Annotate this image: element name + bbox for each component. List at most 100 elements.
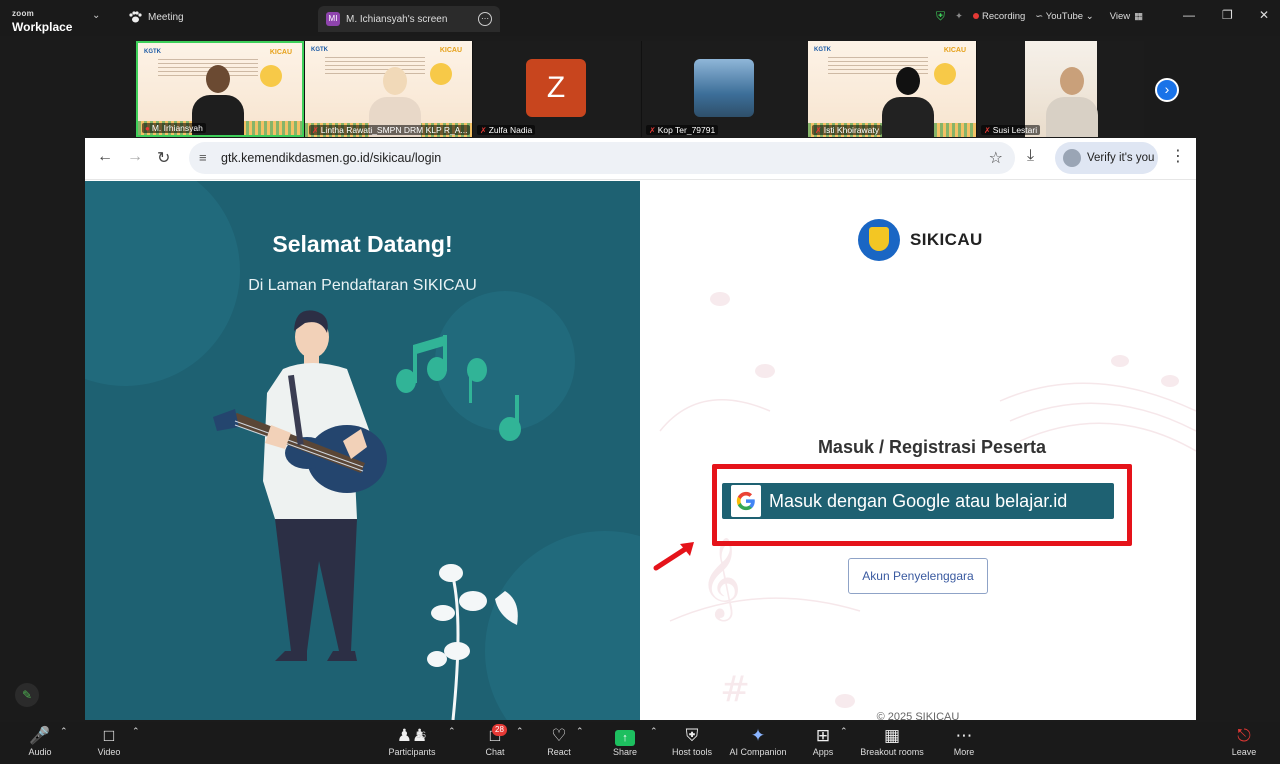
participant-tile[interactable]: KGTK KICAU ✗ Lintha Rawati_SMPN DRM KLP R_… — [305, 41, 472, 137]
screen-tab-label: M. Ichiansyah's screen — [346, 13, 448, 25]
zoom-workplace-logo[interactable]: zoom Workplace — [12, 4, 72, 34]
reload-icon[interactable]: ↻ — [157, 148, 170, 168]
share-button[interactable]: ↑ Share — [610, 726, 640, 757]
participant-tile[interactable]: ✗ Kop Ter_79791 — [642, 41, 808, 137]
share-screen-icon: ↑ — [615, 730, 635, 746]
mic-off-icon: ✗ — [815, 126, 822, 135]
participant-name: ✗ Lintha Rawati_SMPN DRM KLP R_A... — [309, 125, 471, 135]
meeting-label: Meeting — [148, 11, 184, 23]
participant-tile[interactable]: ✗ Susi Lestari — [977, 41, 1144, 137]
ai-companion-button[interactable]: ✦ AI Companion — [726, 726, 790, 757]
apps-options-caret[interactable]: ⌃ — [840, 726, 848, 737]
verify-identity-chip[interactable]: Verify it's you — [1055, 142, 1158, 174]
mic-off-icon: ✗ — [312, 126, 319, 135]
google-icon — [731, 485, 761, 517]
bookmark-star-icon[interactable]: ☆ — [989, 148, 1003, 168]
ai-sparkle-icon: ✦ — [750, 726, 766, 745]
shared-browser-window: ← → ↻ ≡ gtk.kemendikdasmen.go.id/sikicau… — [85, 138, 1196, 720]
chevron-down-icon[interactable]: ⌄ — [92, 10, 100, 21]
react-button[interactable]: ♡ React — [544, 726, 574, 757]
minimize-icon[interactable]: — — [1183, 8, 1195, 22]
red-pointer-arrow — [653, 542, 694, 571]
forward-arrow-icon[interactable]: → — [127, 148, 143, 166]
next-page-button[interactable]: › — [1155, 78, 1179, 102]
leave-door-icon: ⎋ — [1237, 726, 1251, 745]
leave-button[interactable]: ⎋ Leave — [1230, 726, 1258, 757]
video-camera-icon: □ — [103, 726, 115, 745]
screen-owner-avatar: MI — [326, 12, 340, 26]
participants-button[interactable]: ♟♟ 56 Participants — [386, 726, 438, 757]
meeting-status: ⛨ ✦ Recording ∽ YouTube ⌄ View ▦ — [936, 9, 1143, 24]
brand-top: zoom — [12, 9, 35, 18]
svg-text:𝄞: 𝄞 — [700, 536, 741, 621]
url-text[interactable]: gtk.kemendikdasmen.go.id/sikicau/login — [221, 151, 441, 165]
shared-screen-tab[interactable]: MI M. Ichiansyah's screen ⋯ — [318, 6, 500, 32]
heart-icon: ♡ — [551, 726, 567, 745]
chat-options-caret[interactable]: ⌃ — [516, 726, 524, 737]
annotate-pen-icon[interactable]: ✎ — [15, 683, 39, 707]
participants-options-caret[interactable]: ⌃ — [448, 726, 456, 737]
organizer-account-button[interactable]: Akun Penyelenggara — [848, 558, 988, 594]
audio-button[interactable]: 🎤 Audio — [26, 726, 54, 757]
youtube-stream[interactable]: ∽ YouTube ⌄ — [1035, 11, 1093, 22]
breakout-rooms-icon: ▦ — [883, 726, 901, 745]
apps-icon: ⊞ — [815, 726, 831, 745]
sikicau-logo: SIKICAU — [858, 219, 983, 261]
address-bar[interactable]: ≡ gtk.kemendikdasmen.go.id/sikicau/login… — [189, 142, 1015, 174]
participant-thumbnail-strip: KGTK KICAU ● M. Irhiansyah KGTK KICAU ✗ Lint… — [136, 41, 1144, 137]
zoom-title-bar: zoom Workplace ⌄ Meeting MI M. Ichiansya… — [0, 0, 1280, 36]
browser-menu-icon[interactable]: ⋮ — [1170, 146, 1186, 166]
logo-text: SIKICAU — [910, 230, 983, 249]
more-options-icon[interactable]: ⋯ — [478, 12, 492, 26]
download-icon[interactable]: ⤓ — [1027, 147, 1034, 165]
video-button[interactable]: □ Video — [94, 726, 124, 757]
login-panel: 𝄞 # SIKICAU Masuk / Registrasi Peserta M… — [640, 181, 1196, 720]
participant-photo — [694, 59, 754, 117]
welcome-title: Selamat Datang! — [272, 231, 453, 257]
chat-button[interactable]: □ 28 Chat — [480, 724, 510, 757]
login-title: Masuk / Registrasi Peserta — [817, 437, 1047, 457]
mic-icon: ● — [145, 124, 150, 133]
participant-name: ✗ Susi Lestari — [981, 125, 1041, 135]
grid-icon: ▦ — [1134, 11, 1144, 22]
apps-button[interactable]: ⊞ Apps — [810, 726, 836, 757]
google-login-button[interactable]: Masuk dengan Google atau belajar.id — [722, 483, 1114, 519]
participants-icon: ♟♟ — [396, 726, 428, 745]
site-settings-icon[interactable]: ≡ — [199, 150, 207, 165]
restore-icon[interactable]: ❐ — [1222, 8, 1233, 22]
host-tools-button[interactable]: ⛨ Host tools — [668, 726, 716, 757]
mic-off-icon: ✗ — [649, 126, 656, 135]
view-button[interactable]: View ▦ — [1110, 11, 1143, 22]
react-options-caret[interactable]: ⌃ — [576, 726, 584, 737]
guitarist-illustration — [85, 181, 640, 720]
meeting-tab[interactable]: Meeting — [128, 10, 184, 24]
back-arrow-icon[interactable]: ← — [97, 148, 113, 166]
participant-tile[interactable]: KGTK KICAU ● M. Irhiansyah — [136, 41, 304, 137]
sparkle-icon[interactable]: ✦ — [955, 11, 963, 22]
more-button[interactable]: ⋯ More — [950, 726, 978, 757]
mic-off-icon: ✗ — [480, 126, 487, 135]
video-options-caret[interactable]: ⌃ — [132, 726, 140, 737]
shield-icon: ⛨ — [685, 726, 699, 745]
chat-unread-badge: 28 — [492, 724, 507, 736]
google-login-label: Masuk dengan Google atau belajar.id — [769, 490, 1068, 511]
participants-count: 56 — [416, 730, 427, 740]
welcome-subtitle: Di Laman Pendaftaran SIKICAU — [248, 277, 477, 294]
paw-icon — [129, 11, 142, 23]
welcome-panel: Selamat Datang! Di Laman Pendaftaran SIK… — [85, 181, 640, 720]
audio-options-caret[interactable]: ⌃ — [60, 726, 68, 737]
mic-off-icon: ✗ — [984, 126, 991, 135]
microphone-muted-icon: 🎤 — [29, 726, 51, 745]
svg-text:#: # — [720, 669, 750, 710]
browser-toolbar: ← → ↻ ≡ gtk.kemendikdasmen.go.id/sikicau… — [85, 138, 1196, 180]
participant-tile[interactable]: Z ✗ Zulfa Nadia — [473, 41, 641, 137]
footer-copyright: © 2025 SIKICAU — [876, 711, 960, 720]
share-options-caret[interactable]: ⌃ — [650, 726, 658, 737]
tut-wuri-handayani-emblem — [858, 219, 900, 261]
participant-tile[interactable]: KGTK KICAU ✗ Isti Khoirawaty — [808, 41, 976, 137]
breakout-rooms-button[interactable]: ▦ Breakout rooms — [858, 726, 926, 757]
shield-icon[interactable]: ⛨ — [936, 9, 945, 24]
participant-name: ● M. Irhiansyah — [142, 123, 206, 133]
recording-indicator[interactable]: Recording — [972, 11, 1025, 22]
close-icon[interactable]: ✕ — [1259, 8, 1269, 22]
